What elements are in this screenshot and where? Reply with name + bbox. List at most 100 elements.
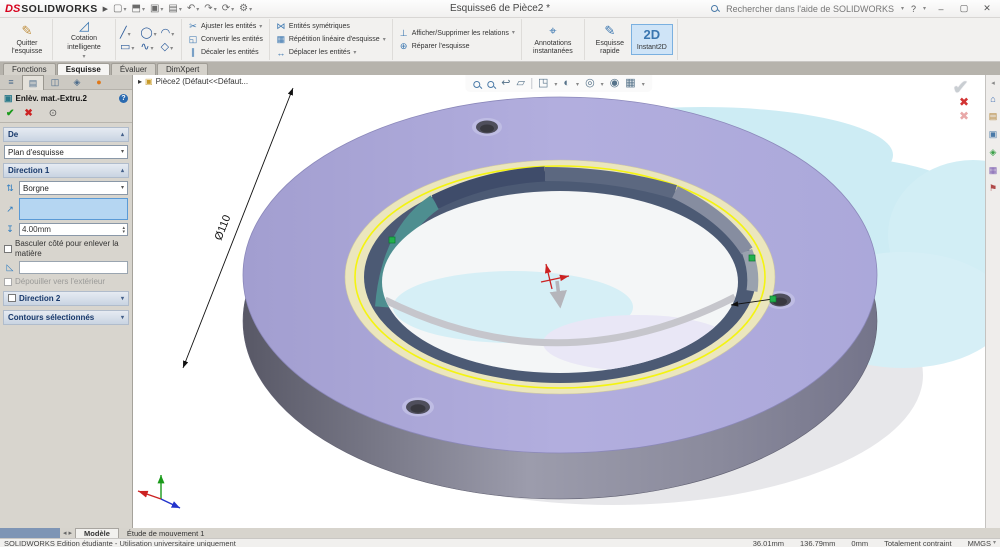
chevron-down-icon[interactable]: ▾ [179,6,182,14]
chevron-down-icon[interactable]: ▾ [196,6,199,14]
scenes-icon[interactable]: ▦ [989,165,998,176]
expand-chevron-icon[interactable]: ▾ [121,314,124,321]
help-icon[interactable]: ? [119,94,128,103]
chevron-down-icon[interactable]: ▾ [142,6,145,14]
print-button[interactable]: ▤ ▾ [168,3,182,14]
display-style-icon[interactable]: ◐ [563,77,570,89]
zoom-fit-icon[interactable] [473,81,481,89]
chevron-down-icon[interactable]: ▾ [231,6,234,14]
confirm-ok-icon[interactable]: ✔ [952,78,969,98]
mirror-entities-button[interactable]: ⋈ Entités symétriques [274,21,388,33]
move-entities-button[interactable]: ↔ Déplacer les entités ▾ [274,47,388,59]
arc-tool-button[interactable]: ◠ ▾ [161,27,177,39]
collapse-chevron-icon[interactable]: ▴ [121,167,124,174]
motion-study-tab[interactable]: Étude de mouvement 1 [119,528,213,538]
section-selected-contours[interactable]: Contours sélectionnés ▾ [3,309,129,325]
model-view[interactable]: Ø110 [133,75,985,528]
tab-esquisse[interactable]: Esquisse [56,63,110,75]
search-help-input[interactable]: Rechercher dans l'aide de SOLIDWORKS [726,4,894,14]
collapse-tree-chevron-icon[interactable]: ▸ [138,77,142,86]
exit-sketch-button[interactable]: ✎ Quitter l'esquisse [6,20,48,59]
resources-home-icon[interactable]: ⌂ [990,94,995,104]
tab-scroll-left-icon[interactable]: ◂ [63,529,67,537]
undo-button[interactable]: ↶ ▾ [187,3,199,14]
tab-fonctions[interactable]: Fonctions [3,63,56,75]
from-dropdown[interactable]: Plan d'esquisse ▾ [4,145,128,159]
zoom-area-icon[interactable] [487,81,495,89]
linear-pattern-button[interactable]: ▦ Répétition linéaire d'esquisse ▾ [274,34,388,46]
cancel-button[interactable]: ✖ [24,108,32,119]
tab-evaluer[interactable]: Évaluer [110,63,156,75]
circle-tool-button[interactable]: ◯ ▾ [140,27,156,39]
configuration-manager-tab[interactable]: ◫ [44,75,66,90]
convert-entities-button[interactable]: ◱ Convertir les entités [186,34,265,46]
draft-outward-checkbox[interactable] [4,277,12,286]
maximize-button[interactable]: ▢ [956,3,972,14]
direction-reference-field[interactable] [19,198,128,220]
open-button[interactable]: ⬒ ▾ [131,3,145,14]
counterbore-hole[interactable] [472,118,502,136]
spline-tool-button[interactable]: ∿ ▾ [140,41,156,53]
instant2d-button[interactable]: 2D Instant2D [630,23,673,56]
section-from[interactable]: De ▴ [3,127,129,142]
rapid-sketch-button[interactable]: ✎ Esquisse rapide [589,20,631,59]
help-chevron-icon[interactable]: ▾ [923,5,926,13]
preview-eye-icon[interactable]: ⊙ [49,108,57,119]
file-explorer-icon[interactable]: ▣ [989,129,998,140]
new-document-button[interactable]: ▢ ▾ [113,3,126,14]
spin-down-icon[interactable]: ▾ [122,229,125,234]
rebuild-button[interactable]: ⟳ ▾ [222,3,234,14]
section-view-icon[interactable]: ▱ [517,77,525,89]
repair-sketch-button[interactable]: ⊕ Réparer l'esquisse [397,40,517,52]
chevron-down-icon[interactable]: ▾ [82,53,85,61]
draft-angle-field[interactable] [19,261,128,275]
line-tool-button[interactable]: ╱ ▾ [120,27,136,39]
collapse-pane-icon[interactable]: ◂ [991,79,995,87]
previous-view-icon[interactable]: ↩ [501,77,510,89]
close-button[interactable]: ✕ [979,3,995,14]
design-library-icon[interactable]: ▤ [989,111,998,122]
view-orientation-icon[interactable]: ◳ [538,77,548,89]
flip-side-checkbox[interactable] [4,244,12,253]
confirm-cancel-icon[interactable]: ✖ [959,95,969,109]
unit-system-selector[interactable]: MMGS ▾ [968,539,996,547]
instant-annotations-button[interactable]: ⌖ Annotations instantanées [526,20,580,59]
reverse-direction-icon[interactable]: ⇅ [4,183,16,194]
chevron-down-icon[interactable]: ▾ [249,6,252,14]
counterbore-hole[interactable] [402,397,434,417]
sketch-point-handle[interactable] [388,236,396,244]
minimize-button[interactable]: – [933,4,949,14]
polygon-tool-button[interactable]: ◇ ▾ [161,41,177,53]
menu-expand-arrow-icon[interactable]: ▶ [103,5,108,13]
dimxpert-manager-tab[interactable]: ◈ [66,75,88,90]
chevron-down-icon[interactable]: ▾ [160,6,163,14]
confirm-cancel-secondary-icon[interactable]: ✖ [959,109,969,123]
help-button[interactable]: ? [911,4,916,14]
hide-show-items-icon[interactable]: ◎ [585,77,595,89]
end-condition-dropdown[interactable]: Borgne ▾ [19,181,128,195]
redo-button[interactable]: ↷ ▾ [204,3,217,14]
save-button[interactable]: ▣ ▾ [150,3,163,14]
tab-scroll-right-icon[interactable]: ▸ [69,529,73,537]
model-tab[interactable]: Modèle [75,528,119,538]
breadcrumb[interactable]: ▸ ▣ Pièce2 (Défaut<<Défaut... [138,77,248,86]
edit-appearance-icon[interactable]: ◉ [610,77,620,89]
collapse-chevron-icon[interactable]: ▴ [121,131,124,138]
trim-entities-button[interactable]: ✂ Ajuster les entités ▾ [186,21,265,33]
chevron-down-icon[interactable]: ▾ [214,6,217,14]
search-scope-chevron-icon[interactable]: ▾ [901,5,904,13]
display-manager-tab[interactable]: ● [88,75,110,90]
sketch-point-handle[interactable] [748,254,756,262]
display-delete-relations-button[interactable]: ⊥ Afficher/Supprimer les relations ▾ [397,27,517,39]
custom-properties-icon[interactable]: ⚑ [989,183,997,194]
panel-splitter[interactable] [0,528,60,538]
section-direction2[interactable]: Direction 2 ▾ [3,290,129,306]
graphics-viewport[interactable]: Ø110 ▸ ▣ Pièce2 (Défaut<<Défaut... ↩ ▱ ◳… [133,75,985,528]
feature-manager-tab[interactable]: ≡ [0,75,22,90]
property-manager-tab[interactable]: ▤ [22,74,44,90]
expand-chevron-icon[interactable]: ▾ [121,295,124,302]
smart-dimension-button[interactable]: ◿ Cotation intelligente ▾ [57,15,111,63]
depth-input[interactable]: 4.00mm ▴ ▾ [19,223,128,236]
tab-dimxpert[interactable]: DimXpert [156,63,209,75]
offset-entities-button[interactable]: ∥ Décaler les entités [186,47,265,59]
